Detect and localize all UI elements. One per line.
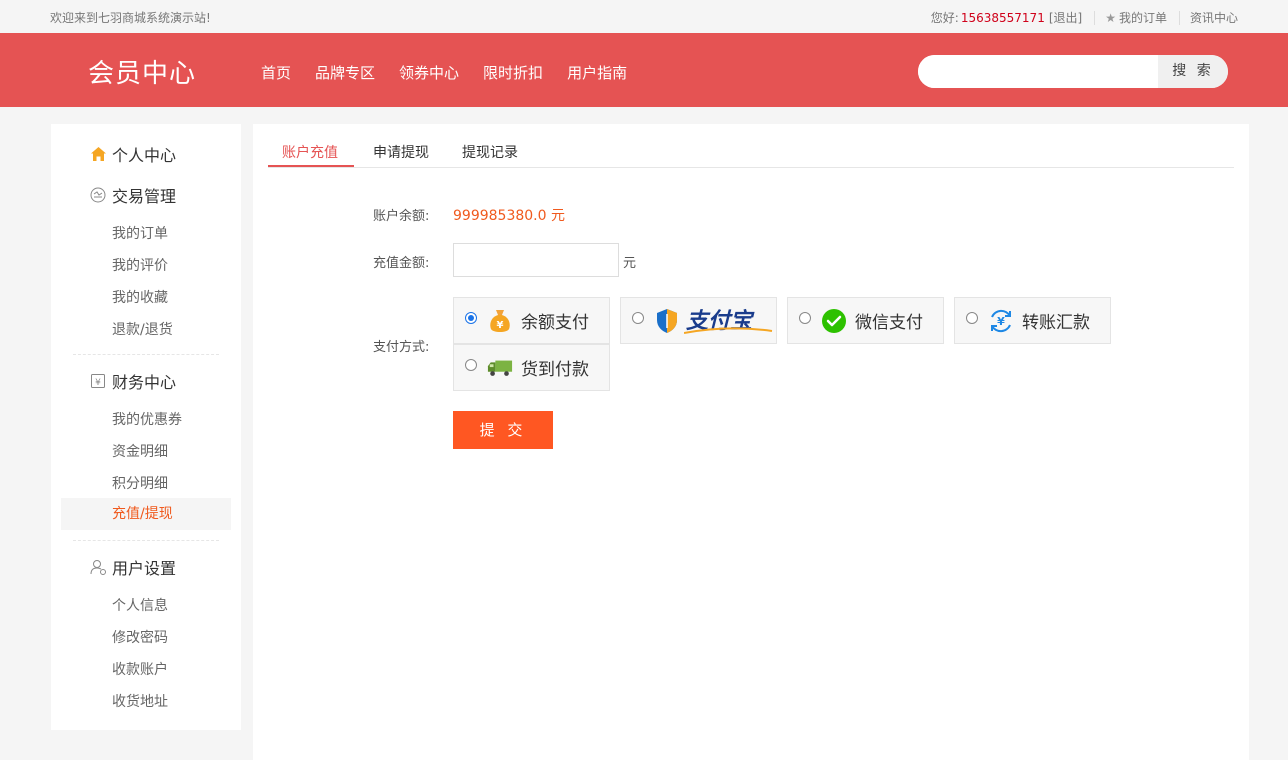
exchange-icon xyxy=(89,186,107,204)
sidebar-group-trade: 交易管理 xyxy=(89,183,176,207)
sidebar-item-favorites[interactable]: 我的收藏 xyxy=(112,287,168,307)
sidebar-item-points[interactable]: 积分明细 xyxy=(112,473,168,493)
pay-radio-cod[interactable] xyxy=(465,358,477,371)
tab-withdraw-records[interactable]: 提现记录 xyxy=(462,142,518,162)
sidebar-divider xyxy=(73,354,219,355)
sidebar-item-address[interactable]: 收货地址 xyxy=(112,691,168,711)
pay-option-alipay[interactable]: 支付宝 xyxy=(620,297,777,344)
search-input[interactable] xyxy=(918,55,1158,88)
money-bag-icon: ¥ xyxy=(487,308,513,334)
home-icon xyxy=(89,145,107,163)
truck-icon xyxy=(487,355,513,381)
pay-option-wechat[interactable]: 微信支付 xyxy=(787,297,944,344)
tab-bar: 账户充值 申请提现 提现记录 xyxy=(268,124,1234,168)
nav-coupons[interactable]: 领券中心 xyxy=(399,62,459,83)
top-bar: 欢迎来到七羽商城系统演示站! 您好: 15638557171 [退出] ★ 我的… xyxy=(0,0,1288,33)
main-nav: 首页 品牌专区 领券中心 限时折扣 用户指南 xyxy=(261,62,651,83)
sidebar-divider xyxy=(73,540,219,541)
main-panel: 账户充值 申请提现 提现记录 账户余额: 999985380.0 元 充值金额:… xyxy=(253,124,1249,760)
svg-text:¥: ¥ xyxy=(95,378,101,388)
sidebar-item-coupons[interactable]: 我的优惠券 xyxy=(112,409,182,429)
pay-label-wechat: 微信支付 xyxy=(855,313,923,333)
sidebar-group-settings: 用户设置 xyxy=(89,555,176,579)
username-link[interactable]: 15638557171 xyxy=(961,11,1045,25)
sidebar-personal-center[interactable]: 个人中心 xyxy=(89,142,176,166)
sidebar: 个人中心 交易管理 我的订单 我的评价 我的收藏 退款/退货 ¥ 财务中心 我的… xyxy=(51,124,241,730)
svg-text:¥: ¥ xyxy=(997,315,1005,328)
tab-withdraw[interactable]: 申请提现 xyxy=(373,142,429,162)
star-icon: ★ xyxy=(1105,10,1116,25)
divider xyxy=(1094,10,1096,25)
amount-input[interactable] xyxy=(453,243,619,277)
sidebar-item-funds[interactable]: 资金明细 xyxy=(112,441,168,461)
top-bar-links: 您好: 15638557171 [退出] ★ 我的订单 资讯中心 xyxy=(931,9,1238,26)
pay-option-transfer[interactable]: ¥ 转账汇款 xyxy=(954,297,1111,344)
greeting-text: 您好: xyxy=(930,11,959,25)
logout-link[interactable]: [退出] xyxy=(1049,9,1082,26)
pay-label-cod: 货到付款 xyxy=(521,360,589,380)
alipay-logo: 支付宝 xyxy=(684,303,773,335)
header: 会员中心 首页 品牌专区 领券中心 限时折扣 用户指南 搜 索 xyxy=(0,33,1288,107)
nav-brands[interactable]: 品牌专区 xyxy=(315,62,375,83)
sidebar-item-password[interactable]: 修改密码 xyxy=(112,627,168,647)
sidebar-item-profile[interactable]: 个人信息 xyxy=(112,595,168,615)
active-tab-indicator xyxy=(268,165,354,167)
balance-label: 账户余额: xyxy=(373,209,430,224)
svg-text:¥: ¥ xyxy=(497,320,504,331)
pay-radio-alipay[interactable] xyxy=(632,311,644,324)
balance-value: 999985380.0 元 xyxy=(453,208,565,224)
tab-recharge[interactable]: 账户充值 xyxy=(282,142,338,162)
sidebar-item-my-reviews[interactable]: 我的评价 xyxy=(112,255,168,275)
nav-user-guide[interactable]: 用户指南 xyxy=(567,62,627,83)
sidebar-item-recharge[interactable]: 充值/提现 xyxy=(61,498,231,530)
pay-label-transfer: 转账汇款 xyxy=(1022,313,1090,333)
pay-option-balance[interactable]: ¥ 余额支付 xyxy=(453,297,610,344)
nav-flash-sale[interactable]: 限时折扣 xyxy=(483,62,543,83)
pay-label-balance: 余额支付 xyxy=(521,313,589,333)
page-title: 会员中心 xyxy=(88,59,197,89)
search-box: 搜 索 xyxy=(918,55,1228,88)
pay-radio-balance[interactable] xyxy=(465,311,477,324)
my-orders-link[interactable]: 我的订单 xyxy=(1119,9,1167,26)
welcome-text: 欢迎来到七羽商城系统演示站! xyxy=(50,11,211,25)
sidebar-item-payee-account[interactable]: 收款账户 xyxy=(112,659,168,679)
news-center-link[interactable]: 资讯中心 xyxy=(1190,9,1238,26)
pay-radio-transfer[interactable] xyxy=(966,311,978,324)
transfer-icon: ¥ xyxy=(988,308,1014,334)
sidebar-group-finance: ¥ 财务中心 xyxy=(89,369,176,393)
search-button[interactable]: 搜 索 xyxy=(1158,55,1228,88)
sidebar-item-my-orders[interactable]: 我的订单 xyxy=(112,223,168,243)
sidebar-item-refunds[interactable]: 退款/退货 xyxy=(112,319,173,339)
pay-option-cod[interactable]: 货到付款 xyxy=(453,344,610,391)
wechat-icon xyxy=(821,308,847,334)
sidebar-group-label: 个人中心 xyxy=(112,146,177,165)
sidebar-group-label: 财务中心 xyxy=(112,373,177,392)
submit-button[interactable]: 提 交 xyxy=(453,411,553,449)
alipay-shield-icon xyxy=(654,308,680,334)
wallet-icon: ¥ xyxy=(89,372,107,390)
payment-method-label: 支付方式: xyxy=(373,340,430,355)
sidebar-group-label: 用户设置 xyxy=(112,559,177,578)
amount-label: 充值金额: xyxy=(373,256,430,271)
pay-radio-wechat[interactable] xyxy=(799,311,811,324)
user-settings-icon xyxy=(89,558,107,576)
amount-unit: 元 xyxy=(623,256,637,271)
nav-home[interactable]: 首页 xyxy=(261,62,291,83)
divider xyxy=(1178,10,1180,25)
sidebar-group-label: 交易管理 xyxy=(112,187,177,206)
